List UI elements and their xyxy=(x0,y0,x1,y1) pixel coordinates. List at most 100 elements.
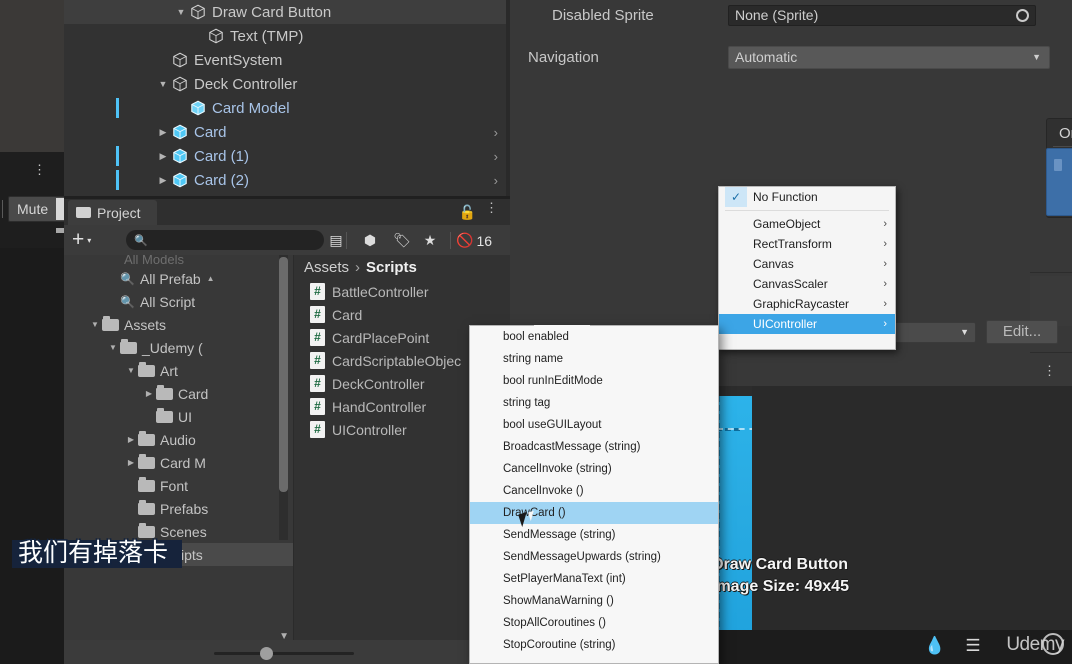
light-gizmo-icon[interactable]: 💧 xyxy=(922,634,948,658)
hierarchy-panel[interactable]: ▼ Draw Card Button Text (TMP) EventSystem ▼ D… xyxy=(64,0,510,196)
method-menu-item-showmanawarning[interactable]: ShowManaWarning () xyxy=(470,590,718,612)
method-menu-item-label: SendMessageUpwards (string) xyxy=(503,551,661,563)
twirl-toggle-icon[interactable]: ▼ xyxy=(124,366,138,375)
tree-item-all-script[interactable]: 🔍 All Script xyxy=(64,290,294,313)
csharp-script-icon xyxy=(310,283,325,300)
tree-item-card[interactable]: ▶ Card xyxy=(64,382,294,405)
tab-project[interactable]: Project xyxy=(68,200,157,225)
chevron-up-icon[interactable]: ▲ xyxy=(207,274,215,283)
breadcrumb-root[interactable]: Assets xyxy=(304,259,349,276)
method-menu-item-sendmessage-string[interactable]: SendMessage (string) xyxy=(470,524,718,546)
twirl-toggle-icon[interactable]: ▼ xyxy=(156,79,170,89)
project-toolbar[interactable]: + ▾ 🔍 ▤ ⬢ 🏷 ★ 🚫 16 xyxy=(64,225,510,255)
twirl-toggle-icon[interactable]: ▼ xyxy=(106,343,120,352)
twirl-toggle-icon[interactable]: ▶ xyxy=(142,389,156,398)
create-asset-button[interactable]: + ▾ xyxy=(72,228,112,252)
label-filter-icon[interactable]: 🏷 xyxy=(388,230,416,251)
chevron-right-icon[interactable]: › xyxy=(494,125,498,140)
drag-handle[interactable] xyxy=(1054,159,1062,171)
method-menu-list[interactable]: bool enabled string name bool runInEditMod… xyxy=(470,326,718,656)
method-menu-item-broadcastmessage-string[interactable]: BroadcastMessage (string) xyxy=(470,436,718,458)
component-menu-item-canvasscaler[interactable]: CanvasScaler › xyxy=(719,274,895,294)
file-item-battlecontroller[interactable]: BattleController xyxy=(294,280,510,303)
method-menu-item-bool-enabled[interactable]: bool enabled xyxy=(470,326,718,348)
project-panel[interactable]: Project 🔓 ⋮ + ▾ 🔍 ▤ ⬢ 🏷 ★ 🚫 16 All Model… xyxy=(64,199,510,664)
method-menu-item-setplayermanatext-int[interactable]: SetPlayerManaText (int) xyxy=(470,568,718,590)
file-item-card[interactable]: Card xyxy=(294,303,510,326)
hierarchy-item-card-1[interactable]: ▶ Card (1) › xyxy=(64,144,510,168)
tree-item-art[interactable]: ▼ Art xyxy=(64,359,294,382)
component-menu-item-recttransform[interactable]: RectTransform › xyxy=(719,234,895,254)
method-menu-item-stopcoroutine-string[interactable]: StopCoroutine (string) xyxy=(470,634,718,656)
kebab-icon[interactable]: ⋮ xyxy=(1043,364,1056,377)
zoom-slider-track[interactable] xyxy=(214,652,354,655)
hierarchy-item-eventsystem[interactable]: EventSystem xyxy=(64,48,510,72)
search-input[interactable] xyxy=(152,233,303,247)
tree-item-udemy[interactable]: ▼ _Udemy ( xyxy=(64,336,294,359)
twirl-toggle-icon[interactable]: ▶ xyxy=(124,458,138,467)
hierarchy-item-deck-controller[interactable]: ▼ Deck Controller xyxy=(64,72,510,96)
method-menu-item-sendmessageupwards-string[interactable]: SendMessageUpwards (string) xyxy=(470,546,718,568)
component-menu-item-graphicraycaster[interactable]: GraphicRaycaster › xyxy=(719,294,895,314)
hierarchy-item-card[interactable]: ▶ Card › xyxy=(64,120,510,144)
component-menu-item-gameobject[interactable]: GameObject › xyxy=(719,214,895,234)
method-dropdown-menu[interactable]: bool enabled string name bool runInEditMod… xyxy=(469,325,719,664)
method-menu-item-cancelinvoke[interactable]: CancelInvoke () xyxy=(470,480,718,502)
method-menu-item-string-tag[interactable]: string tag xyxy=(470,392,718,414)
tree-item-prefabs[interactable]: Prefabs xyxy=(64,497,294,520)
method-menu-item-cancelinvoke-string[interactable]: CancelInvoke (string) xyxy=(470,458,718,480)
csharp-script-icon xyxy=(310,352,325,369)
twirl-toggle-icon[interactable]: ▶ xyxy=(124,435,138,444)
disabled-sprite-field[interactable]: None (Sprite) xyxy=(728,4,1036,26)
object-picker-icon[interactable] xyxy=(1016,8,1029,22)
chevron-right-icon[interactable]: › xyxy=(494,149,498,164)
onclick-event-entry[interactable]: Runtime Only ▼ ⬢ UI Canvas xyxy=(1046,148,1072,216)
method-menu-item-drawcard[interactable]: DrawCard () xyxy=(470,502,718,524)
component-menu-list[interactable]: ✓ No Function GameObject › RectTransform › Can… xyxy=(719,187,895,334)
tree-item-ui[interactable]: UI xyxy=(64,405,294,428)
shader-dropdown[interactable]: ▼ xyxy=(892,322,976,343)
tree-scrollbar-thumb[interactable] xyxy=(279,257,288,492)
method-menu-item-stopallcoroutines[interactable]: StopAllCoroutines () xyxy=(470,612,718,634)
twirl-toggle-icon[interactable]: ▼ xyxy=(88,320,102,329)
csharp-script-icon xyxy=(310,306,325,323)
chevron-right-icon[interactable]: › xyxy=(494,173,498,188)
breadcrumb[interactable]: Assets › Scripts xyxy=(294,255,510,280)
tree-item-label: Card xyxy=(178,385,209,402)
component-menu-item-no-function[interactable]: ✓ No Function xyxy=(719,187,895,207)
kebab-icon[interactable]: ⋮ xyxy=(485,201,498,214)
method-menu-item-string-name[interactable]: string name xyxy=(470,348,718,370)
component-menu-item-uicontroller[interactable]: UIController › xyxy=(719,314,895,334)
method-menu-item-label: ShowManaWarning () xyxy=(503,595,614,607)
twirl-toggle-icon[interactable]: ▶ xyxy=(156,127,170,138)
navigation-dropdown[interactable]: Automatic ▼ xyxy=(728,45,1050,69)
twirl-toggle-icon[interactable]: ▼ xyxy=(174,7,188,17)
twirl-toggle-icon[interactable]: ▶ xyxy=(156,151,170,162)
twirl-toggle-icon[interactable]: ▶ xyxy=(156,175,170,186)
tree-item-font[interactable]: Font xyxy=(64,474,294,497)
hierarchy-item-card-2[interactable]: ▶ Card (2) › xyxy=(64,168,510,192)
type-filter-icon[interactable]: ⬢ xyxy=(356,230,384,251)
material-edit-button[interactable]: Edit... xyxy=(986,320,1058,344)
tree-item-label: Art xyxy=(160,362,178,379)
zoom-slider-knob[interactable] xyxy=(260,647,273,660)
kebab-icon[interactable]: ⋮ xyxy=(33,163,46,176)
hierarchy-item-text-tmp[interactable]: Text (TMP) xyxy=(64,24,510,48)
favorite-icon[interactable]: ★ xyxy=(416,230,444,251)
component-dropdown-menu[interactable]: ✓ No Function GameObject › RectTransform › Can… xyxy=(718,186,896,350)
method-menu-item-bool-useguilayout[interactable]: bool useGUILayout xyxy=(470,414,718,436)
hierarchy-item-card-model[interactable]: Card Model xyxy=(64,96,510,120)
component-menu-item-canvas[interactable]: Canvas › xyxy=(719,254,895,274)
hidden-toggle-button[interactable]: 🚫 16 xyxy=(456,230,492,251)
tree-item-card-m[interactable]: ▶ Card M xyxy=(64,451,294,474)
hierarchy-item-draw-card-button[interactable]: ▼ Draw Card Button xyxy=(64,0,510,24)
layers-icon[interactable]: ☰ xyxy=(960,634,986,658)
image-filter-icon[interactable]: ▤ xyxy=(322,230,350,251)
lock-open-icon[interactable]: 🔓 xyxy=(459,204,476,221)
project-folder-tree[interactable]: All Models 🔍 All Prefab ▲ 🔍 All Script ▼ Asset… xyxy=(64,255,294,664)
search-input-wrapper[interactable]: 🔍 xyxy=(126,230,324,250)
tree-item-all-prefab[interactable]: 🔍 All Prefab ▲ xyxy=(64,267,294,290)
tree-item-audio[interactable]: ▶ Audio xyxy=(64,428,294,451)
method-menu-item-bool-runineditmode[interactable]: bool runInEditMode xyxy=(470,370,718,392)
tree-item-assets[interactable]: ▼ Assets xyxy=(64,313,294,336)
